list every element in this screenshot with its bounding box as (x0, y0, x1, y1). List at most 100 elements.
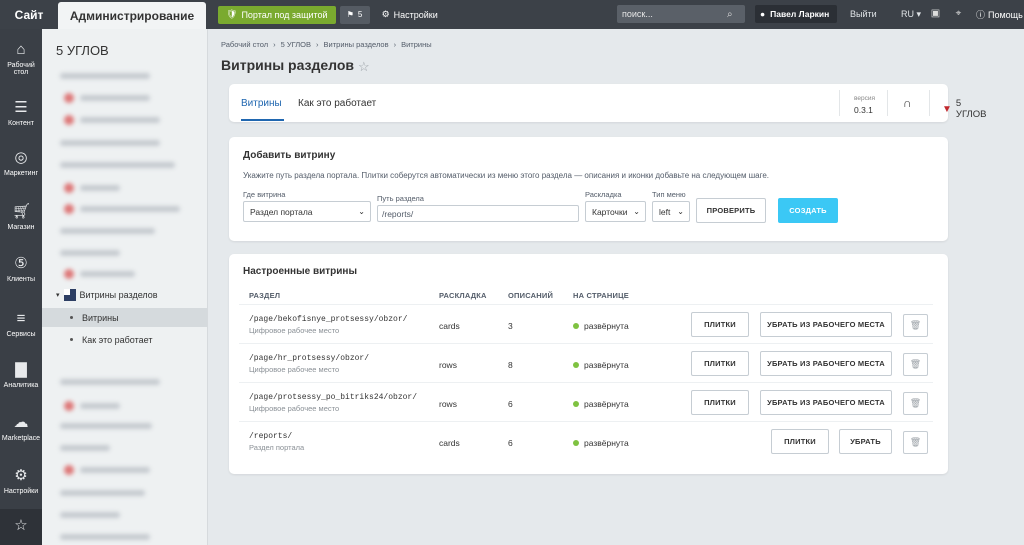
search-icon[interactable]: ⌕ (727, 9, 733, 20)
row-path: /page/protsessy_po_bitriks24/obzor/ (249, 393, 418, 402)
blurred-menu-icon (64, 115, 74, 125)
headset-icon[interactable]: ∩ (903, 96, 912, 110)
layout-label: Раскладка (585, 190, 622, 199)
status-dot-icon (573, 323, 579, 329)
blurred-menu-item (80, 467, 150, 473)
add-card-hint: Укажите путь раздела портала. Плитки соб… (243, 171, 770, 180)
document-icon: ☰ (14, 99, 28, 116)
row-status-label: развёрнута (584, 438, 629, 448)
blurred-menu-item (80, 403, 120, 409)
pin-icon[interactable]: ⌖ (953, 8, 964, 19)
site-tab[interactable]: Сайт (0, 0, 58, 29)
create-button[interactable]: СОЗДАТЬ (778, 198, 838, 223)
window-icon[interactable]: ▣ (930, 8, 941, 19)
blurred-menu-item (80, 206, 180, 212)
gear-icon: ⚙ (381, 9, 390, 19)
nav-marketing-label: Маркетинг (3, 170, 39, 177)
layout-select-value: Карточки (592, 206, 628, 217)
star-outline-icon: ☆ (14, 517, 28, 534)
search-input[interactable] (622, 9, 727, 19)
breadcrumb-item[interactable]: Рабочий стол (221, 40, 268, 49)
nav-marketing[interactable]: ◎ Маркетинг (0, 149, 42, 177)
settings-link[interactable]: ⚙ Настройки (382, 9, 438, 20)
status-dot-icon (573, 401, 579, 407)
version-label: версия (854, 95, 876, 102)
sidebar-item-how-it-works[interactable]: Как это работает (42, 330, 207, 349)
row-subtitle: Цифровое рабочее место (249, 365, 340, 374)
tiles-button[interactable]: ПЛИТКИ (691, 351, 749, 376)
column-header-descriptions: ОПИСАНИЙ (508, 291, 554, 300)
nav-shop[interactable]: 🛒︎ Магазин (0, 203, 42, 231)
blurred-menu-item (60, 534, 150, 540)
user-name: Павел Ларкин (770, 9, 830, 19)
nav-clients[interactable]: ⑤ Клиенты (0, 255, 42, 283)
remove-button[interactable]: УБРАТЬ (839, 429, 892, 454)
grid-logo-icon (63, 289, 76, 301)
tiles-button[interactable]: ПЛИТКИ (691, 390, 749, 415)
tab-bar: Витрины Как это работает версия 0.3.1 ∩ … (229, 84, 987, 122)
nav-extra[interactable]: ☆ (0, 509, 42, 545)
brand-label: 5 УГЛОВ (955, 98, 987, 120)
row-count: 8 (508, 360, 513, 370)
blurred-menu-item (60, 512, 120, 518)
remove-from-workplace-button[interactable]: УБРАТЬ ИЗ РАБОЧЕГО МЕСТА (760, 351, 892, 376)
breadcrumb-item[interactable]: 5 УГЛОВ (281, 40, 311, 49)
configured-showcases-card: Настроенные витрины РАЗДЕЛ РАСКЛАДКА ОПИ… (229, 254, 948, 474)
tab-how-it-works[interactable]: Как это работает (298, 98, 376, 109)
remove-from-workplace-button[interactable]: УБРАТЬ ИЗ РАБОЧЕГО МЕСТА (760, 312, 892, 337)
notifications-button[interactable]: ⚑ 5 (339, 5, 370, 24)
nav-analytics[interactable]: ▇ Аналитика (0, 361, 42, 389)
brand-link[interactable]: ▼ 5 УГЛОВ (942, 98, 987, 120)
column-header-section: РАЗДЕЛ (249, 291, 281, 300)
check-button[interactable]: ПРОВЕРИТЬ (696, 198, 766, 223)
nav-services[interactable]: ≡ Сервисы (0, 310, 42, 338)
row-path: /page/bekofisnye_protsessy/obzor/ (249, 315, 408, 324)
trash-icon[interactable]: 🗑︎ (903, 353, 928, 376)
nav-content[interactable]: ☰ Контент (0, 99, 42, 127)
breadcrumb-separator: › (393, 40, 397, 49)
language-selector[interactable]: RU ▾ (901, 9, 921, 20)
path-input[interactable] (377, 205, 579, 222)
where-select[interactable]: Раздел портала ⌄ (243, 201, 371, 222)
row-path: /reports/ (249, 432, 293, 441)
blurred-menu-icon (64, 93, 74, 103)
blurred-menu-icon (64, 401, 74, 411)
row-subtitle: Раздел портала (249, 443, 305, 452)
logout-link[interactable]: Выйти (850, 9, 877, 19)
row-subtitle: Цифровое рабочее место (249, 404, 340, 413)
breadcrumb-item[interactable]: Витрины (401, 40, 432, 49)
trash-icon[interactable]: 🗑︎ (903, 392, 928, 415)
blurred-menu-item (80, 271, 135, 277)
nav-marketplace[interactable]: ☁ Marketplace (0, 414, 42, 442)
sidebar-item-label: Как это работает (82, 334, 153, 345)
user-menu-button[interactable]: ● Павел Ларкин (755, 5, 837, 23)
portal-protected-button[interactable]: 🛡︎ Портал под защитой (218, 5, 336, 24)
nav-desktop[interactable]: ⌂ Рабочий стол (0, 41, 42, 76)
menu-type-select-value: left (659, 206, 671, 217)
tiles-button[interactable]: ПЛИТКИ (771, 429, 829, 454)
sidebar-item-section-showcases[interactable]: ▾ Витрины разделов (42, 286, 207, 304)
shield-icon: 🛡︎ (226, 9, 238, 19)
cart-icon: 🛒︎ (12, 203, 32, 220)
nav-settings[interactable]: ⚙ Настройки (0, 467, 42, 495)
blurred-menu-item (80, 95, 150, 101)
section-sidebar: 5 УГЛОВ ▾ Витрины разделов Витрины Как э… (42, 29, 208, 545)
tiles-button[interactable]: ПЛИТКИ (691, 312, 749, 337)
layout-select[interactable]: Карточки ⌄ (585, 201, 646, 222)
trash-icon[interactable]: 🗑︎ (903, 314, 928, 337)
breadcrumb: Рабочий стол › 5 УГЛОВ › Витрины разделов ›… (221, 40, 432, 49)
breadcrumb-item[interactable]: Витрины разделов (324, 40, 389, 49)
remove-from-workplace-button[interactable]: УБРАТЬ ИЗ РАБОЧЕГО МЕСТА (760, 390, 892, 415)
help-link[interactable]: ⓘ Помощь (976, 8, 1023, 21)
help-label: Помощь (988, 9, 1023, 20)
sidebar-item-showcases[interactable]: Витрины (42, 308, 207, 327)
language-label: RU (901, 9, 914, 19)
nav-desktop-label: Рабочий стол (7, 62, 35, 76)
tab-showcases[interactable]: Витрины (241, 98, 282, 109)
admin-tab[interactable]: Администрирование (58, 2, 206, 29)
trash-icon[interactable]: 🗑︎ (903, 431, 928, 454)
status-dot-icon (573, 440, 579, 446)
star-icon[interactable]: ☆ (358, 59, 370, 75)
nav-clients-label: Клиенты (6, 276, 36, 283)
menu-type-select[interactable]: left ⌄ (652, 201, 690, 222)
